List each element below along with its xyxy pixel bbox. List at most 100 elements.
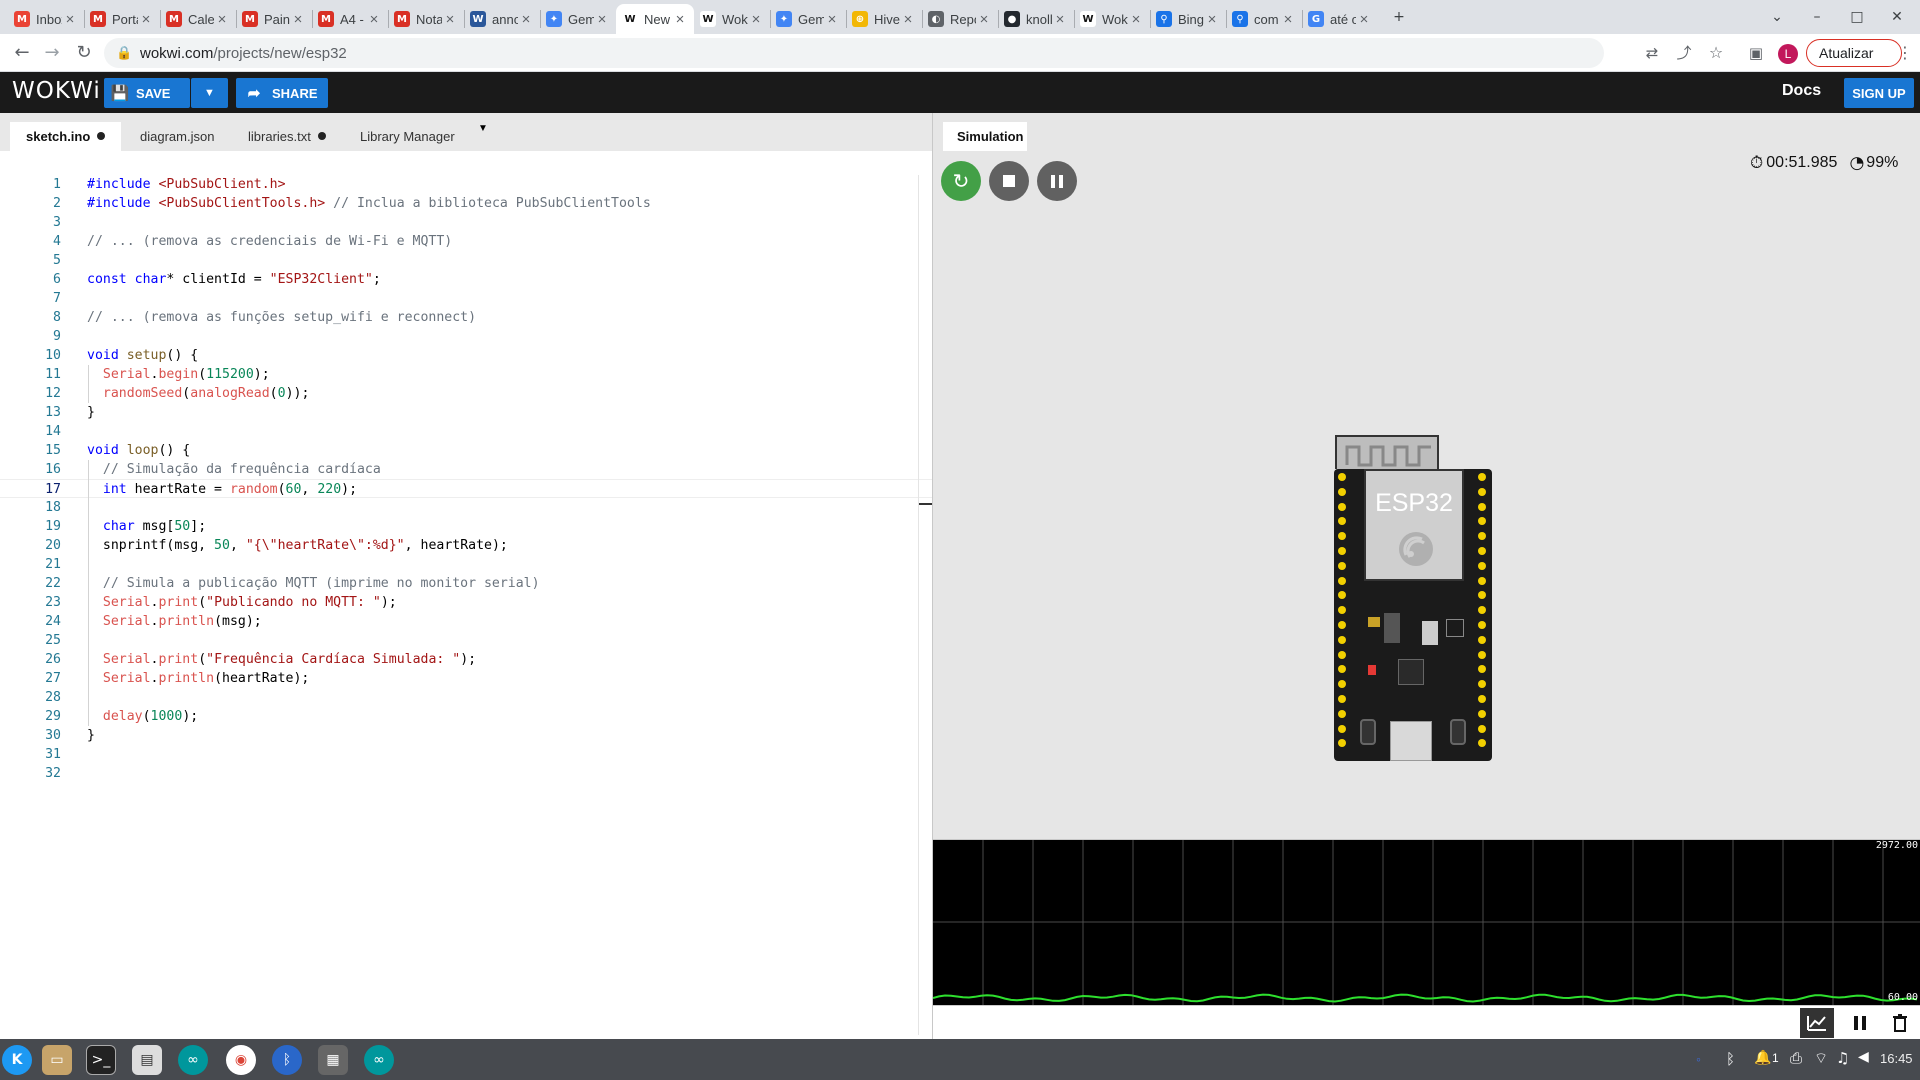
code-text[interactable]: Serial.print("Publicando no MQTT: "); bbox=[87, 593, 397, 612]
share-button[interactable]: ➦ SHARE bbox=[236, 78, 328, 108]
gpio-pin[interactable] bbox=[1478, 547, 1486, 555]
terminal-icon[interactable]: >_ bbox=[86, 1045, 116, 1075]
arduino-ide-icon[interactable]: ∞ bbox=[178, 1045, 208, 1075]
docs-link[interactable]: Docs bbox=[1782, 82, 1821, 100]
gpio-pin[interactable] bbox=[1338, 695, 1346, 703]
gpio-pin[interactable] bbox=[1478, 665, 1486, 674]
browser-tab[interactable]: W New × bbox=[616, 4, 694, 34]
code-line[interactable]: 16 // Simulação da frequência cardíaca bbox=[0, 460, 932, 479]
kde-launcher-icon[interactable]: K bbox=[2, 1045, 32, 1075]
restart-simulation-button[interactable]: ↻ bbox=[941, 161, 981, 201]
code-text[interactable]: #include <PubSubClientTools.h> // Inclua… bbox=[87, 194, 651, 213]
gpio-pin[interactable] bbox=[1478, 680, 1486, 689]
more-files-dropdown-icon[interactable]: ▼ bbox=[478, 123, 488, 134]
editor-tab[interactable]: sketch.ino bbox=[10, 122, 122, 151]
clipboard-icon[interactable]: ▤ bbox=[132, 1045, 162, 1075]
omnibox[interactable]: 🔒 wokwi.com/projects/new/esp32 bbox=[104, 38, 1604, 68]
code-text[interactable]: randomSeed(analogRead(0)); bbox=[87, 384, 310, 403]
gpio-pin[interactable] bbox=[1338, 665, 1346, 674]
editor-tab[interactable]: libraries.txt bbox=[232, 122, 342, 151]
music-icon[interactable]: ♫ bbox=[1836, 1049, 1849, 1067]
file-manager-icon[interactable]: ▭ bbox=[42, 1045, 72, 1075]
close-tab-icon[interactable]: × bbox=[442, 11, 458, 28]
browser-tab[interactable]: M Portal× bbox=[84, 4, 160, 34]
code-line[interactable]: 8 // ... (remova as funções setup_wifi e … bbox=[0, 308, 932, 327]
gpio-pin[interactable] bbox=[1478, 532, 1486, 541]
close-window-icon[interactable]: ✕ bbox=[1886, 6, 1908, 28]
serial-plotter[interactable]: 2972.00 60.00 bbox=[933, 840, 1920, 1005]
close-tab-icon[interactable]: × bbox=[672, 11, 688, 28]
close-tab-icon[interactable]: × bbox=[1280, 11, 1296, 28]
gpio-pin[interactable] bbox=[1478, 606, 1486, 615]
gpio-pin[interactable] bbox=[1338, 724, 1346, 733]
code-line[interactable]: 17 int heartRate = random(60, 220); bbox=[0, 479, 932, 498]
code-line[interactable]: 25 bbox=[0, 631, 932, 650]
wokwi-logo[interactable]: WOKWi bbox=[12, 78, 101, 104]
code-line[interactable]: 12 randomSeed(analogRead(0)); bbox=[0, 384, 932, 403]
gpio-pin[interactable] bbox=[1338, 561, 1346, 570]
sign-up-button[interactable]: SIGN UP bbox=[1844, 78, 1914, 108]
code-line[interactable]: 18 bbox=[0, 498, 932, 517]
tab-simulation[interactable]: Simulation bbox=[943, 122, 1027, 151]
code-lines[interactable]: 1 #include <PubSubClient.h> 2 #include <Pub… bbox=[0, 175, 932, 783]
code-text[interactable]: // Simulação da frequência cardíaca bbox=[87, 460, 381, 479]
code-text[interactable]: #include <PubSubClient.h> bbox=[87, 175, 286, 194]
close-tab-icon[interactable]: × bbox=[1356, 11, 1372, 28]
code-text[interactable]: Serial.println(heartRate); bbox=[87, 669, 309, 688]
code-text[interactable]: } bbox=[87, 726, 95, 745]
plotter-toggle-button[interactable] bbox=[1800, 1008, 1834, 1038]
browser-tab[interactable]: ◐ Repo× bbox=[922, 4, 998, 34]
translate-icon[interactable]: ⇄ bbox=[1640, 41, 1664, 65]
scrollbar-marker[interactable] bbox=[918, 503, 932, 505]
gpio-pin[interactable] bbox=[1478, 502, 1486, 511]
wifi-icon[interactable]: ⌔ bbox=[1814, 1049, 1828, 1068]
code-line[interactable]: 6 const char* clientId = "ESP32Client"; bbox=[0, 270, 932, 289]
gpio-pin[interactable] bbox=[1338, 606, 1346, 615]
browser-tab[interactable]: M Notas× bbox=[388, 4, 464, 34]
gpio-pin[interactable] bbox=[1338, 739, 1346, 748]
gpio-pin[interactable] bbox=[1338, 517, 1346, 526]
close-tab-icon[interactable]: × bbox=[594, 11, 610, 28]
browser-tab[interactable]: ⊕ Hivel× bbox=[846, 4, 922, 34]
code-line[interactable]: 24 Serial.println(msg); bbox=[0, 612, 932, 631]
code-line[interactable]: 26 Serial.print("Frequência Cardíaca Sim… bbox=[0, 650, 932, 669]
code-line[interactable]: 19 char msg[50]; bbox=[0, 517, 932, 536]
browser-tab[interactable]: M Inbox× bbox=[8, 4, 84, 34]
code-line[interactable]: 10 void setup() { bbox=[0, 346, 932, 365]
editor-tab[interactable]: Library Manager bbox=[344, 122, 471, 151]
browser-tab[interactable]: M Painel× bbox=[236, 4, 312, 34]
close-tab-icon[interactable]: × bbox=[1204, 11, 1220, 28]
code-text[interactable]: // ... (remova as credenciais de Wi-Fi e… bbox=[87, 232, 452, 251]
tab-search-icon[interactable]: ⌄ bbox=[1766, 6, 1788, 28]
gpio-pin[interactable] bbox=[1478, 724, 1486, 733]
gpio-pin[interactable] bbox=[1478, 650, 1486, 659]
code-line[interactable]: 27 Serial.println(heartRate); bbox=[0, 669, 932, 688]
plotter-clear-button[interactable] bbox=[1883, 1008, 1917, 1038]
code-line[interactable]: 5 bbox=[0, 251, 932, 270]
close-tab-icon[interactable]: × bbox=[748, 11, 764, 28]
side-panel-icon[interactable]: ▣ bbox=[1744, 41, 1768, 65]
code-text[interactable]: Serial.begin(115200); bbox=[87, 365, 270, 384]
gpio-pin[interactable] bbox=[1338, 680, 1346, 689]
gpio-pin[interactable] bbox=[1338, 591, 1346, 600]
browser-tab[interactable]: M Calendar× bbox=[160, 4, 236, 34]
close-tab-icon[interactable]: × bbox=[62, 11, 78, 28]
code-text[interactable]: Serial.print("Frequência Cardíaca Simula… bbox=[87, 650, 476, 669]
code-text[interactable]: snprintf(msg, 50, "{\"heartRate\":%d}", … bbox=[87, 536, 508, 555]
boot-button[interactable] bbox=[1450, 719, 1466, 745]
stop-simulation-button[interactable] bbox=[989, 161, 1029, 201]
editor-tab[interactable]: diagram.json bbox=[124, 122, 230, 151]
profile-avatar[interactable]: L bbox=[1778, 44, 1798, 64]
gpio-pin[interactable] bbox=[1478, 635, 1486, 644]
gpio-pin[interactable] bbox=[1478, 709, 1486, 718]
save-button[interactable]: 💾 SAVE bbox=[104, 78, 190, 108]
gpio-pin[interactable] bbox=[1338, 635, 1346, 644]
tray-blue-icon[interactable]: ◦ bbox=[1696, 1051, 1701, 1067]
code-line[interactable]: 22 // Simula a publicação MQTT (imprime … bbox=[0, 574, 932, 593]
close-tab-icon[interactable]: × bbox=[290, 11, 306, 28]
chrome-icon[interactable]: ◉ bbox=[226, 1045, 256, 1075]
gpio-pin[interactable] bbox=[1338, 487, 1346, 496]
code-line[interactable]: 28 bbox=[0, 688, 932, 707]
code-text[interactable]: const char* clientId = "ESP32Client"; bbox=[87, 270, 381, 289]
bluetooth-app-icon[interactable]: ᛒ bbox=[272, 1045, 302, 1075]
